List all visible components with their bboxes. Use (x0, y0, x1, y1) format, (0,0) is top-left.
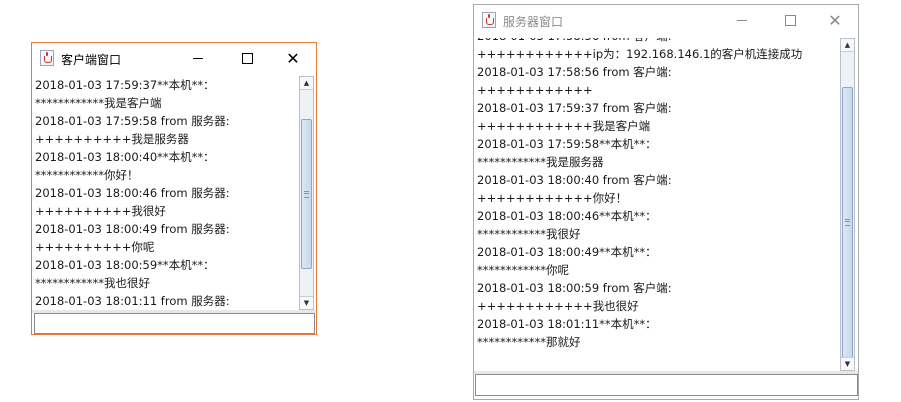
client-message-input[interactable] (34, 313, 315, 334)
grip-icon (845, 219, 850, 226)
message-line: ************你好！ (35, 168, 139, 182)
message-line: 2018-01-03 17:58:56 from 客户端: (476, 38, 839, 45)
close-icon: ✕ (828, 11, 842, 30)
message-line: 2018-01-03 18:00:59**本机**： (35, 258, 215, 272)
message-line: 2018-01-03 17:59:37**本机**： (35, 78, 215, 92)
server-window-title: 服务器窗口 (503, 15, 564, 29)
message-line: ++++++++++我很好 (35, 204, 166, 218)
message-line: ************你呢 (477, 263, 569, 277)
message-line: 2018-01-03 18:00:40**本机**： (35, 150, 215, 164)
minimize-button[interactable] (720, 5, 764, 36)
scroll-thumb[interactable] (842, 87, 853, 358)
message-line: 2018-01-03 18:00:40 from 客户端: (477, 173, 672, 187)
java-cup-icon (40, 50, 54, 66)
maximize-icon (784, 15, 796, 26)
server-scrollbar[interactable]: ▲ ▼ (840, 38, 855, 371)
minimize-icon (193, 58, 203, 59)
scroll-up-arrow-icon[interactable]: ▲ (300, 77, 313, 90)
message-line: ++++++++++++我是客户端 (477, 119, 651, 133)
client-window-title: 客户端窗口 (61, 53, 122, 67)
close-button[interactable]: ✕ (271, 43, 315, 74)
message-line: 2018-01-03 18:01:11 from 服务器: (35, 294, 230, 308)
client-scrollbar[interactable]: ▲ ▼ (299, 76, 314, 310)
scroll-up-arrow-icon[interactable]: ▲ (841, 39, 854, 52)
minimize-button[interactable] (176, 43, 220, 74)
message-line: 2018-01-03 17:59:58 from 服务器: (35, 114, 230, 128)
message-line: ++++++++++你呢 (35, 240, 155, 254)
message-line: ************我是客户端 (35, 96, 162, 110)
client-message-area[interactable]: 2018-01-03 17:59:37**本机**： ************我是… (34, 76, 299, 310)
minimize-icon (737, 20, 747, 21)
client-window: 客户端窗口 ✕ 2018-01-03 17:59:37**本机**： ******… (31, 42, 317, 335)
message-line: ************那就好 (477, 335, 581, 349)
server-titlebar[interactable]: 服务器窗口 ✕ (474, 5, 858, 36)
message-line: 2018-01-03 18:01:11**本机**： (477, 317, 657, 331)
message-line: ************我也很好 (35, 276, 150, 290)
message-line: 2018-01-03 18:00:46**本机**： (477, 209, 657, 223)
message-line: 2018-01-03 17:58:56 from 客户端: (477, 65, 672, 79)
scroll-thumb[interactable] (301, 119, 312, 269)
close-button[interactable]: ✕ (813, 5, 857, 36)
maximize-icon (241, 53, 253, 64)
client-titlebar[interactable]: 客户端窗口 ✕ (32, 43, 316, 74)
message-line: ************我很好 (477, 227, 581, 241)
message-line: ++++++++++++你好！ (477, 191, 628, 205)
server-message-list: 2018-01-03 17:58:56 from 客户端: +++++++++++… (476, 38, 839, 351)
scroll-down-arrow-icon[interactable]: ▼ (841, 357, 854, 370)
message-line: ++++++++++++ip为：192.168.146.1的客户机连接成功 (477, 47, 803, 61)
grip-icon (304, 190, 309, 198)
message-line: ++++++++++++我也很好 (477, 299, 639, 313)
server-message-input[interactable] (475, 374, 858, 396)
message-line: 2018-01-03 18:00:49 from 服务器: (35, 222, 230, 236)
message-line: 2018-01-03 17:59:58**本机**： (477, 137, 657, 151)
server-message-area[interactable]: 2018-01-03 17:58:56 from 客户端: +++++++++++… (476, 38, 839, 371)
server-window: 服务器窗口 ✕ 2018-01-03 17:58:56 from 客户端: +++… (473, 4, 859, 400)
message-line: ++++++++++++ (477, 83, 593, 97)
message-line: 2018-01-03 17:59:37 from 客户端: (477, 101, 672, 115)
maximize-button[interactable] (768, 5, 812, 36)
close-icon: ✕ (286, 49, 300, 68)
scroll-down-arrow-icon[interactable]: ▼ (300, 296, 313, 309)
message-line: 2018-01-03 18:00:59 from 客户端: (477, 281, 672, 295)
java-cup-icon (482, 12, 496, 28)
message-line: 2018-01-03 18:00:49**本机**： (477, 245, 657, 259)
message-line: 2018-01-03 18:00:46 from 服务器: (35, 186, 230, 200)
message-line: ++++++++++我是服务器 (35, 132, 189, 146)
maximize-button[interactable] (225, 43, 269, 74)
message-line: ************我是服务器 (477, 155, 604, 169)
client-message-list: 2018-01-03 17:59:37**本机**： ************我是… (34, 76, 299, 310)
